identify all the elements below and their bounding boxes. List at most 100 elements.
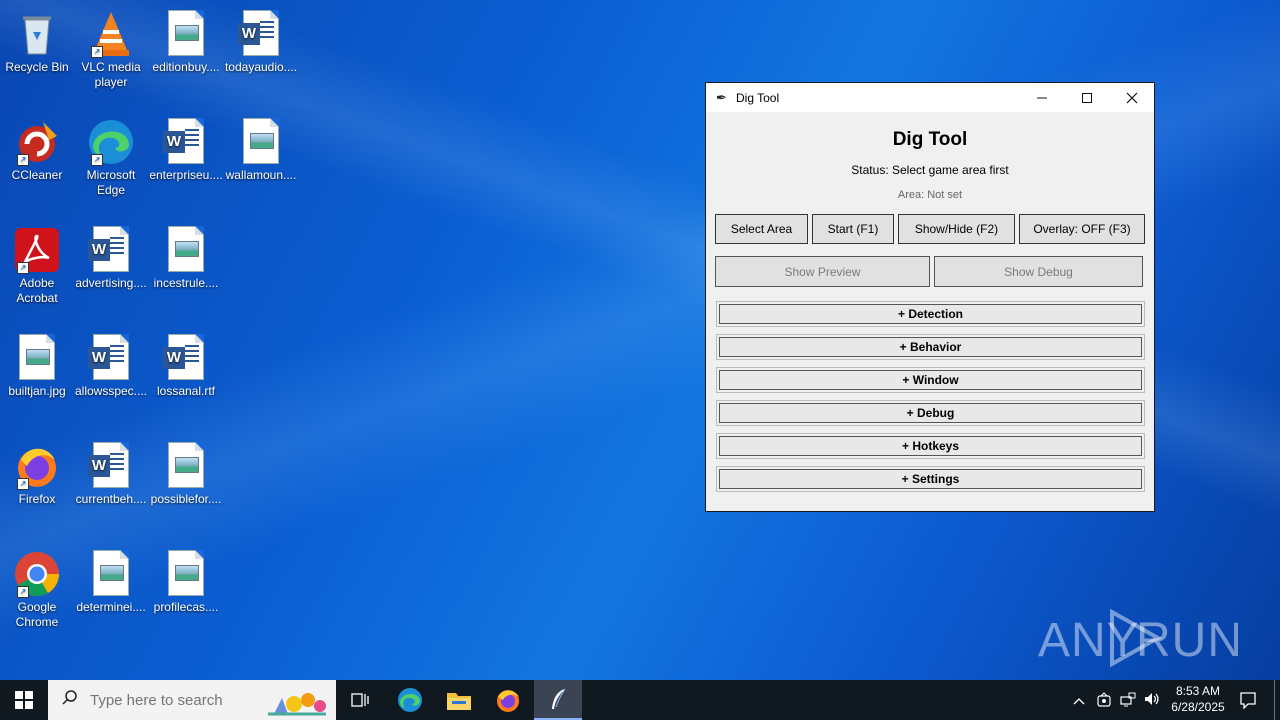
desktop-icon-lossanal[interactable]: W lossanal.rtf bbox=[149, 328, 223, 399]
desktop-icon-profilecas[interactable]: profilecas.... bbox=[149, 544, 223, 615]
search-highlight-icon bbox=[264, 684, 332, 720]
desktop-icon-possiblefor[interactable]: possiblefor.... bbox=[149, 436, 223, 507]
icon-label: Firefox bbox=[18, 492, 56, 506]
network-icon[interactable] bbox=[1116, 691, 1140, 710]
word-doc-icon: W bbox=[162, 334, 210, 382]
section-window[interactable]: + Window bbox=[716, 367, 1145, 393]
recycle-bin-icon bbox=[13, 10, 61, 58]
ccleaner-icon: ↗ bbox=[13, 118, 61, 166]
taskbar-edge[interactable] bbox=[386, 680, 434, 720]
image-file-icon bbox=[237, 118, 285, 166]
taskbar-search[interactable] bbox=[48, 680, 336, 720]
edge-icon bbox=[398, 688, 422, 712]
desktop-icon-microsoft-edge[interactable]: ↗ Microsoft Edge bbox=[74, 112, 148, 198]
edge-icon: ↗ bbox=[87, 118, 135, 166]
image-file-icon bbox=[162, 550, 210, 598]
window-title: Dig Tool bbox=[736, 90, 780, 105]
dig-tool-window: ✒ Dig Tool Dig Tool Status: Select game … bbox=[705, 82, 1155, 512]
icon-label: enterpriseu.... bbox=[149, 168, 223, 182]
desktop-icon-google-chrome[interactable]: ↗ Google Chrome bbox=[0, 544, 74, 630]
search-input[interactable] bbox=[88, 690, 292, 710]
desktop-icon-incestrule[interactable]: incestrule.... bbox=[149, 220, 223, 291]
desktop-icon-editionbuy[interactable]: editionbuy.... bbox=[149, 4, 223, 75]
svg-text:RUN: RUN bbox=[1136, 614, 1238, 667]
icon-label: wallamoun.... bbox=[225, 168, 297, 182]
desktop-icon-vlc[interactable]: ↗ VLC media player bbox=[74, 4, 148, 90]
desktop-icon-ccleaner[interactable]: ↗ CCleaner bbox=[0, 112, 74, 183]
taskbar-dig-tool[interactable] bbox=[534, 680, 582, 720]
title-bar[interactable]: ✒ Dig Tool bbox=[706, 83, 1154, 112]
section-debug[interactable]: + Debug bbox=[716, 400, 1145, 426]
desktop-icon-currentbeh[interactable]: W currentbeh.... bbox=[74, 436, 148, 507]
taskbar-file-explorer[interactable] bbox=[435, 680, 483, 720]
system-tray bbox=[1070, 680, 1164, 720]
icon-label: todayaudio.... bbox=[224, 60, 298, 74]
feather-icon bbox=[552, 688, 566, 709]
image-file-icon bbox=[87, 550, 135, 598]
image-file-icon bbox=[162, 226, 210, 274]
icon-label: Google Chrome bbox=[15, 600, 59, 629]
overlay-button[interactable]: Overlay: OFF (F3) bbox=[1019, 214, 1145, 244]
icon-label: CCleaner bbox=[11, 168, 63, 182]
maximize-button[interactable] bbox=[1064, 83, 1109, 112]
show-desktop-divider[interactable] bbox=[1274, 680, 1275, 720]
meet-now-icon[interactable] bbox=[1092, 691, 1116, 710]
chrome-icon: ↗ bbox=[13, 550, 61, 598]
section-behavior[interactable]: + Behavior bbox=[716, 334, 1145, 360]
folder-icon bbox=[447, 693, 471, 710]
icon-label: lossanal.rtf bbox=[156, 384, 216, 398]
icon-label: Adobe Acrobat bbox=[16, 276, 58, 305]
taskbar-firefox[interactable] bbox=[484, 680, 532, 720]
maximize-icon bbox=[1081, 92, 1092, 103]
icon-label: currentbeh.... bbox=[75, 492, 147, 506]
image-file-icon bbox=[162, 442, 210, 490]
desktop-icon-adobe-acrobat[interactable]: ↗ Adobe Acrobat bbox=[0, 220, 74, 306]
section-detection[interactable]: + Detection bbox=[716, 301, 1145, 327]
word-doc-icon: W bbox=[87, 226, 135, 274]
desktop-icon-builtjan[interactable]: builtjan.jpg bbox=[0, 328, 74, 399]
show-preview-button[interactable]: Show Preview bbox=[715, 256, 930, 287]
vlc-icon: ↗ bbox=[87, 10, 135, 58]
status-text: Status: Select game area first bbox=[851, 163, 1009, 177]
minimize-button[interactable] bbox=[1019, 83, 1064, 112]
show-hide-button[interactable]: Show/Hide (F2) bbox=[898, 214, 1015, 244]
search-icon bbox=[62, 689, 78, 711]
desktop-icon-determinei[interactable]: determinei.... bbox=[74, 544, 148, 615]
close-icon bbox=[1126, 92, 1137, 103]
start-button[interactable]: Start (F1) bbox=[812, 214, 894, 244]
area-text: Area: Not set bbox=[897, 189, 963, 201]
anyrun-watermark: ANY RUN bbox=[1038, 606, 1242, 682]
start-button[interactable] bbox=[0, 680, 48, 720]
desktop-icon-recycle-bin[interactable]: Recycle Bin bbox=[0, 4, 74, 75]
icon-label: Recycle Bin bbox=[5, 60, 69, 74]
word-doc-icon: W bbox=[237, 10, 285, 58]
desktop-icon-firefox[interactable]: ↗ Firefox bbox=[0, 436, 74, 507]
show-debug-button[interactable]: Show Debug bbox=[934, 256, 1143, 287]
taskbar: 8:53 AM 6/28/2025 bbox=[0, 680, 1280, 720]
minimize-icon bbox=[1036, 97, 1047, 98]
volume-icon[interactable] bbox=[1140, 691, 1164, 710]
acrobat-icon: ↗ bbox=[13, 226, 61, 274]
desktop-icon-advertising[interactable]: W advertising.... bbox=[74, 220, 148, 291]
desktop-icon-allowsspec[interactable]: W allowsspec.... bbox=[74, 328, 148, 399]
icon-label: editionbuy.... bbox=[152, 60, 220, 74]
select-area-button[interactable]: Select Area bbox=[715, 214, 808, 244]
feather-icon: ✒ bbox=[716, 89, 727, 105]
section-settings[interactable]: + Settings bbox=[716, 466, 1145, 492]
icon-label: incestrule.... bbox=[153, 276, 219, 290]
app-heading: Dig Tool bbox=[892, 129, 968, 150]
desktop-icon-enterpriseu[interactable]: W enterpriseu.... bbox=[149, 112, 223, 183]
icon-label: builtjan.jpg bbox=[8, 384, 66, 398]
section-hotkeys[interactable]: + Hotkeys bbox=[716, 433, 1145, 459]
desktop-icon-todayaudio[interactable]: W todayaudio.... bbox=[224, 4, 298, 75]
desktop-icon-wallamoun[interactable]: wallamoun.... bbox=[224, 112, 298, 183]
task-view-icon bbox=[351, 693, 369, 707]
icon-label: VLC media player bbox=[81, 60, 141, 89]
task-view-button[interactable] bbox=[336, 680, 384, 720]
icon-label: allowsspec.... bbox=[74, 384, 148, 398]
action-center-button[interactable] bbox=[1224, 680, 1272, 720]
notification-icon bbox=[1240, 692, 1256, 709]
icon-label: possiblefor.... bbox=[150, 492, 222, 506]
close-button[interactable] bbox=[1109, 83, 1154, 112]
chevron-up-icon[interactable] bbox=[1070, 692, 1088, 708]
